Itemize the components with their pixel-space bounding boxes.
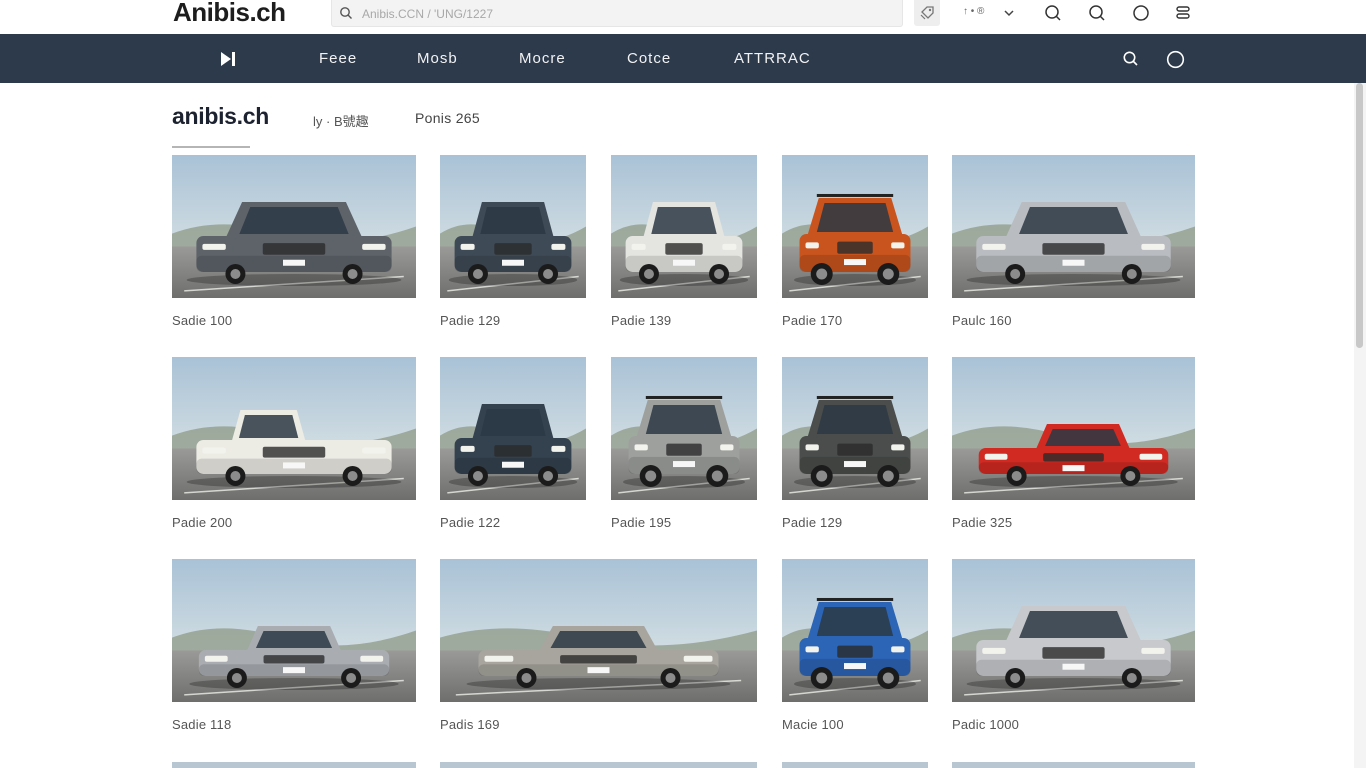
listing-card[interactable]: Paulc 160: [952, 155, 1195, 338]
search-icon[interactable]: [1044, 4, 1062, 22]
listing-title[interactable]: Padie 195: [611, 515, 671, 530]
listing-image[interactable]: [952, 357, 1195, 500]
account-icon[interactable]: [1132, 4, 1150, 22]
main-navigation: Feee Mosb Mocre Cotce ATTRRAC: [0, 34, 1366, 83]
listing-card[interactable]: Padie 139: [611, 155, 757, 338]
listing-title[interactable]: Sadie 100: [172, 313, 232, 328]
listing-image[interactable]: [172, 155, 416, 298]
listing-card[interactable]: Padis 169: [440, 559, 757, 742]
tag-button[interactable]: [914, 0, 940, 26]
listing-title[interactable]: Padie 122: [440, 515, 500, 530]
listing-image[interactable]: [782, 155, 928, 298]
listing-title[interactable]: Macie 100: [782, 717, 844, 732]
active-tab-underline: [172, 146, 250, 148]
listing-image[interactable]: [952, 155, 1195, 298]
top-bar: Anibis.ch ↑ • ®: [0, 0, 1366, 34]
listing-title[interactable]: Padie 129: [782, 515, 842, 530]
nav-item-1[interactable]: Feee: [319, 50, 357, 67]
listing-title[interactable]: Padis 169: [440, 717, 500, 732]
nav-item-5[interactable]: ATTRRAC: [734, 50, 811, 67]
listing-title[interactable]: Padie 170: [782, 313, 842, 328]
nav-item-3[interactable]: Mocre: [519, 50, 566, 67]
listing-image[interactable]: [172, 559, 416, 702]
listing-image[interactable]: [611, 357, 757, 500]
listing-title[interactable]: Paulc 160: [952, 313, 1012, 328]
filter-label[interactable]: ly · B號趣: [313, 111, 369, 130]
listing-card[interactable]: Sadie 118: [172, 559, 416, 742]
listing-title[interactable]: Padie 325: [952, 515, 1012, 530]
language-selector[interactable]: ↑ • ®: [963, 6, 984, 17]
favorites-icon[interactable]: [1088, 4, 1106, 22]
listing-image[interactable]: [440, 559, 757, 702]
listing-image[interactable]: [440, 762, 757, 768]
listing-image[interactable]: [172, 762, 416, 768]
listing-image[interactable]: [782, 357, 928, 500]
listing-card[interactable]: Padie 129: [782, 357, 928, 540]
nav-search-icon[interactable]: [1122, 50, 1139, 67]
listing-image[interactable]: [440, 155, 586, 298]
listing-title[interactable]: Sadie 118: [172, 717, 231, 732]
chevron-down-icon[interactable]: [1003, 8, 1015, 18]
menu-icon[interactable]: [1174, 4, 1192, 22]
listing-image[interactable]: [952, 559, 1195, 702]
listing-image[interactable]: [952, 762, 1195, 768]
listing-card[interactable]: Padie 170: [782, 155, 928, 338]
listing-title[interactable]: Padie 129: [440, 313, 500, 328]
search-icon: [340, 7, 352, 19]
listing-card[interactable]: Macie 100: [782, 559, 928, 742]
tag-icon: [920, 6, 934, 20]
page-brand-title[interactable]: anibis.ch: [172, 103, 269, 130]
results-count[interactable]: Ponis 265: [415, 110, 480, 126]
listing-image[interactable]: [172, 357, 416, 500]
listing-card[interactable]: Padie 195: [611, 357, 757, 540]
listing-image[interactable]: [782, 762, 928, 768]
nav-item-4[interactable]: Cotce: [627, 50, 671, 67]
listing-card[interactable]: Padie 129: [440, 155, 586, 338]
nav-user-icon[interactable]: [1166, 50, 1185, 69]
listing-image[interactable]: [611, 155, 757, 298]
listing-card[interactable]: Sadie 100: [172, 155, 416, 338]
listing-card[interactable]: Padie 122: [440, 357, 586, 540]
listing-card[interactable]: Padie 200: [172, 357, 416, 540]
listing-card[interactable]: Padic 1000: [952, 559, 1195, 742]
listing-title[interactable]: Padic 1000: [952, 717, 1019, 732]
site-logo[interactable]: Anibis.ch: [173, 0, 286, 28]
play-icon[interactable]: [219, 51, 237, 67]
search-input[interactable]: [360, 3, 884, 25]
scrollbar-thumb[interactable]: [1356, 83, 1363, 348]
listing-title[interactable]: Padie 200: [172, 515, 232, 530]
listing-image[interactable]: [440, 357, 586, 500]
nav-item-2[interactable]: Mosb: [417, 50, 458, 67]
listing-title[interactable]: Padie 139: [611, 313, 671, 328]
listing-image[interactable]: [782, 559, 928, 702]
listing-card[interactable]: Padie 325: [952, 357, 1195, 540]
search-bar[interactable]: [331, 0, 903, 27]
